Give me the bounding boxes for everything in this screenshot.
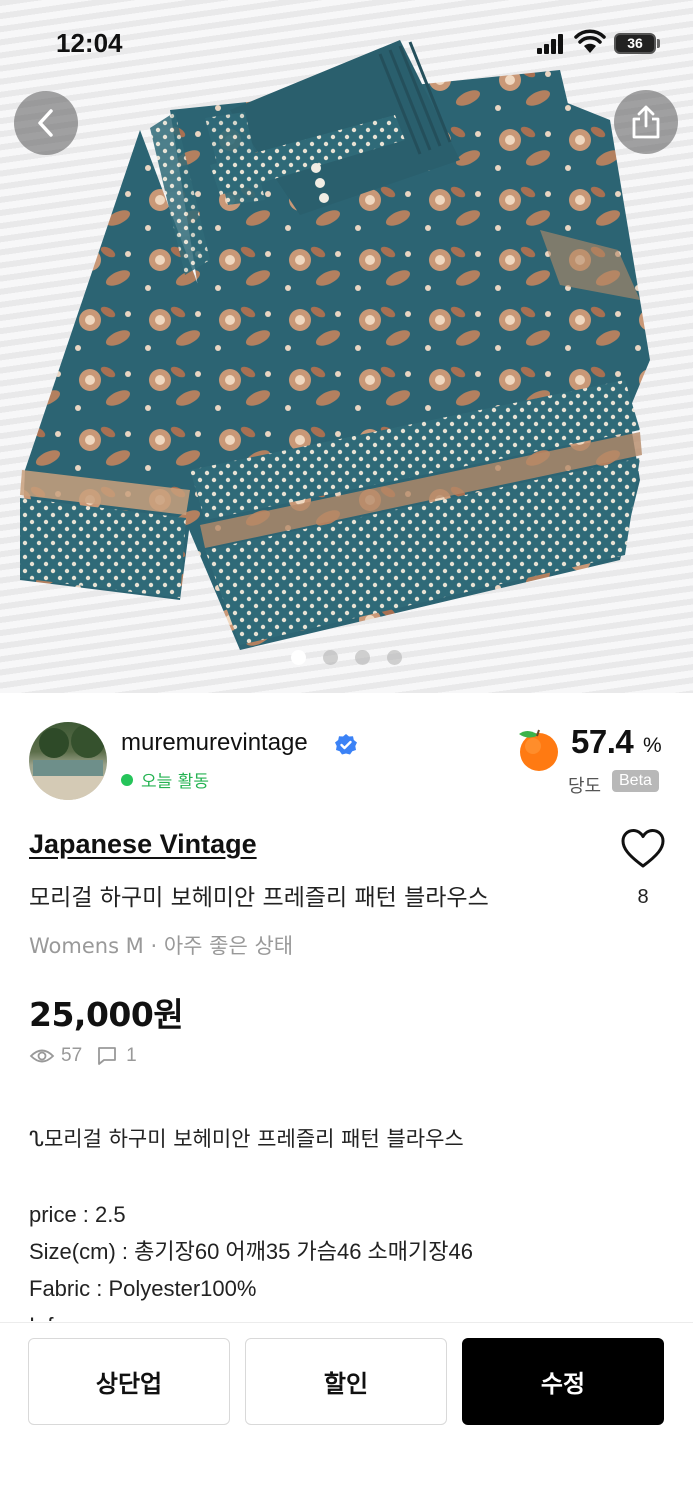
bottom-action-bar: 상단업 할인 수정 [0,1322,693,1500]
avatar-ground-shape [29,776,107,800]
description-line: price : 2.5 [29,1202,126,1227]
status-bar: 12:04 36 [0,0,693,90]
gallery-dot[interactable] [355,650,370,665]
product-size-condition: Womens M · 아주 좋은 상태 [29,934,294,958]
peach-icon [519,729,558,771]
score-label: 당도 [568,776,602,797]
edit-button[interactable]: 수정 [462,1338,664,1425]
share-button[interactable] [614,90,678,154]
battery-level: 36 [627,35,643,51]
back-button[interactable] [14,91,78,155]
avatar-tree-shape [39,728,69,758]
discount-button[interactable]: 할인 [245,1338,447,1425]
heart-icon[interactable] [620,828,666,870]
product-title: 모리걸 하구미 보헤미안 프레즐리 패턴 블라우스 [29,885,489,911]
seller-activity-status: 오늘 활동 [121,767,209,792]
avatar-water-shape [33,760,103,776]
bump-to-top-button[interactable]: 상단업 [28,1338,230,1425]
beta-badge: Beta [612,770,659,792]
comment-count: 1 [126,1045,137,1066]
battery-icon: 36 [614,33,656,54]
description-line: ᔐ모리걸 하구미 보헤미안 프레즐리 패턴 블라우스 [29,1127,464,1151]
wifi-icon [574,29,606,53]
description-line: Fabric : Polyester100% [29,1276,257,1301]
chevron-left-icon [38,109,53,137]
seller-name[interactable]: muremurevintage [121,729,308,757]
description-line: Info : [29,1307,669,1321]
product-stats: 57 1 [29,1045,137,1067]
product-photo-blouse [20,40,650,650]
gallery-page-indicator [0,650,693,666]
verified-badge-icon [335,734,357,755]
online-dot-icon [121,773,133,786]
eye-icon [29,1049,55,1063]
seller-avatar[interactable] [29,722,107,800]
brand-link[interactable]: Japanese Vintage [29,829,257,860]
score-unit: % [643,734,662,757]
like-count: 8 [637,886,649,908]
gallery-dot[interactable] [323,650,338,665]
comment-icon [98,1047,117,1065]
gallery-dot-active[interactable] [291,650,306,665]
avatar-tree-shape [71,724,105,758]
activity-label: 오늘 활동 [141,772,209,792]
product-description: ᔐ모리걸 하구미 보헤미안 프레즐리 패턴 블라우스 price : 2.5 S… [29,1121,669,1321]
product-image-gallery[interactable]: 12:04 36 [0,0,693,693]
cellular-signal-icon [537,34,563,54]
battery-cap [657,39,660,48]
seller-score[interactable]: 57.4 % 당도 Beta [513,722,665,802]
status-time: 12:04 [56,28,123,58]
share-icon [632,105,660,139]
gallery-dot[interactable] [387,650,402,665]
score-value: 57.4 [571,723,634,760]
view-count: 57 [61,1045,83,1066]
description-line: Size(cm) : 총기장60 어깨35 가슴46 소매기장46 [29,1239,473,1264]
product-price: 25,000원 [29,995,184,1034]
